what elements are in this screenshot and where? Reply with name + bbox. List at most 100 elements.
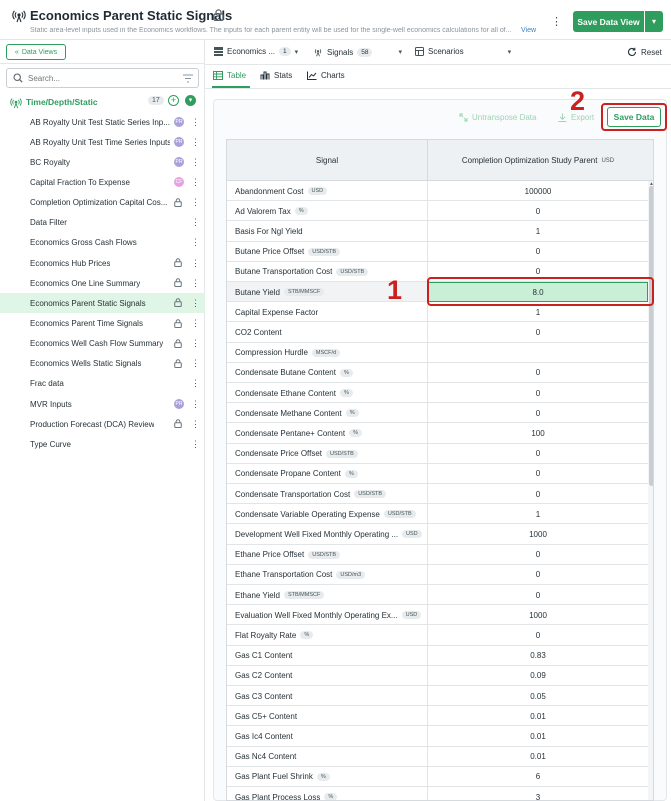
value-cell[interactable]: 0 bbox=[428, 464, 648, 484]
more-options-icon[interactable]: ⋮ bbox=[191, 197, 200, 208]
value-cell[interactable]: 0 bbox=[428, 383, 648, 403]
unit-badge: % bbox=[316, 772, 330, 781]
value-cell[interactable]: 0.83 bbox=[428, 646, 648, 666]
sidebar-item[interactable]: Production Forecast (DCA) Review ⋮ bbox=[0, 414, 205, 434]
value-cell[interactable]: 0 bbox=[428, 403, 648, 423]
scenarios-filter[interactable]: Scenarios ▾ bbox=[415, 47, 511, 56]
more-options-icon[interactable]: ⋮ bbox=[191, 217, 200, 228]
sidebar-item[interactable]: Economics Wells Static Signals ⋮ bbox=[0, 354, 205, 374]
view-description-link[interactable]: View bbox=[521, 27, 536, 34]
sidebar-item-label: Economics Hub Prices bbox=[30, 258, 111, 268]
sidebar-item[interactable]: AB Royalty Unit Test Static Series Inp..… bbox=[0, 112, 205, 132]
table-row: Gas Plant Process Loss% 3 bbox=[227, 787, 653, 801]
value-cell[interactable]: 0 bbox=[428, 625, 648, 645]
more-options-icon[interactable]: ⋮ bbox=[191, 298, 200, 309]
more-options-icon[interactable]: ⋮ bbox=[191, 378, 200, 389]
value-cell[interactable]: 1 bbox=[428, 221, 648, 241]
value-cell[interactable]: 0 bbox=[428, 322, 648, 342]
search-box[interactable] bbox=[6, 68, 199, 88]
unit-badge: % bbox=[345, 409, 359, 418]
more-options-icon[interactable]: ⋮ bbox=[191, 137, 200, 148]
value-cell[interactable]: 1 bbox=[428, 504, 648, 524]
sidebar-item[interactable]: Capital Fraction To Expense CF ⋮ bbox=[0, 172, 205, 192]
value-cell[interactable]: 0.09 bbox=[428, 666, 648, 686]
more-options-icon[interactable]: ⋮ bbox=[191, 358, 200, 369]
table-row: Ethane Yield STB/MMSCF 0 bbox=[227, 585, 653, 606]
value-cell[interactable]: 0 bbox=[428, 484, 648, 504]
sidebar-item[interactable]: Economics Well Cash Flow Summary ⋮ bbox=[0, 334, 205, 354]
sidebar-item[interactable]: Frac data ⋮ bbox=[0, 374, 205, 394]
sidebar-item[interactable]: BC Royalty PR ⋮ bbox=[0, 152, 205, 172]
add-icon[interactable]: + bbox=[168, 95, 179, 106]
sidebar-item[interactable]: Completion Optimization Capital Cos... ⋮ bbox=[0, 193, 205, 213]
more-options-icon[interactable]: ⋮ bbox=[191, 157, 200, 168]
value-cell[interactable]: 0.05 bbox=[428, 686, 648, 706]
value-cell[interactable]: 1000 bbox=[428, 524, 648, 544]
value-cell[interactable]: 100 bbox=[428, 423, 648, 443]
sidebar-item-label: Economics Wells Static Signals bbox=[30, 359, 142, 369]
search-input[interactable] bbox=[28, 73, 178, 83]
value-cell[interactable]: 0 bbox=[428, 585, 648, 605]
sidebar-item[interactable]: Economics Gross Cash Flows ⋮ bbox=[0, 233, 205, 253]
signal-name: Condensate Ethane Content bbox=[235, 388, 336, 398]
table-row: Gas C2 Content 0.09 bbox=[227, 665, 653, 686]
sidebar-item[interactable]: Economics Hub Prices ⋮ bbox=[0, 253, 205, 273]
save-data-view-button[interactable]: Save Data View bbox=[573, 11, 644, 32]
signal-name: Abandonment Cost bbox=[235, 186, 304, 196]
sidebar-item[interactable]: MVR Inputs PR ⋮ bbox=[0, 394, 205, 414]
value-cell[interactable]: 0 bbox=[428, 201, 648, 221]
value-cell[interactable] bbox=[428, 343, 648, 363]
sidebar-item[interactable]: Economics Parent Static Signals ⋮ bbox=[0, 293, 205, 314]
tab-stats[interactable]: Stats bbox=[260, 71, 292, 80]
more-options-icon[interactable]: ⋮ bbox=[191, 399, 200, 410]
save-view-dropdown-button[interactable]: ▾ bbox=[645, 11, 663, 32]
more-options-icon[interactable]: ⋮ bbox=[191, 237, 200, 248]
more-options-icon[interactable]: ⋮ bbox=[191, 338, 200, 349]
signals-filter[interactable]: Signals 58 ▾ bbox=[313, 47, 402, 57]
more-options-icon[interactable]: ⋮ bbox=[191, 278, 200, 289]
value-cell[interactable]: 6 bbox=[428, 767, 648, 787]
value-cell[interactable]: 0 bbox=[428, 444, 648, 464]
data-views-button[interactable]: « Data Views bbox=[6, 44, 66, 60]
refresh-icon bbox=[628, 47, 637, 56]
sidebar-item[interactable]: Type Curve ⋮ bbox=[0, 434, 205, 454]
sidebar-item[interactable]: AB Royalty Unit Test Time Series Inputs P… bbox=[0, 132, 205, 152]
tab-table[interactable]: Table bbox=[213, 71, 246, 80]
value-cell[interactable]: 0.01 bbox=[428, 726, 648, 746]
chevron-down-icon: ▾ bbox=[507, 48, 512, 56]
reset-button[interactable]: Reset bbox=[627, 47, 662, 57]
more-options-icon[interactable]: ⋮ bbox=[551, 15, 562, 28]
value-cell[interactable]: 0 bbox=[428, 565, 648, 585]
value-cell[interactable]: 0 bbox=[428, 242, 648, 262]
signal-name-cell: Condensate Pentane+ Content% bbox=[227, 423, 428, 444]
group-header[interactable]: Time/Depth/Static 17 + ▾ bbox=[0, 94, 205, 110]
more-options-icon[interactable]: ⋮ bbox=[191, 419, 200, 430]
value-cell[interactable]: 0 bbox=[428, 545, 648, 565]
sidebar-item-label: Frac data bbox=[30, 379, 64, 389]
more-options-icon[interactable]: ⋮ bbox=[191, 439, 200, 450]
scroll-up-arrow-icon[interactable]: ▲ bbox=[649, 181, 653, 187]
untranspose-data-button[interactable]: Untranspose Data bbox=[459, 113, 536, 122]
signal-name-cell: Abandonment Cost USD bbox=[227, 181, 428, 201]
value-cell[interactable]: 3 bbox=[428, 787, 648, 801]
scrollbar-thumb[interactable] bbox=[649, 186, 653, 486]
parent-column-header[interactable]: Completion Optimization Study Parent USD bbox=[428, 140, 648, 181]
more-options-icon[interactable]: ⋮ bbox=[191, 117, 200, 128]
value-cell[interactable]: 100000 bbox=[428, 181, 648, 201]
economics-filter[interactable]: Economics ... 1 ▾ bbox=[214, 47, 298, 56]
signal-column-header[interactable]: Signal bbox=[227, 140, 428, 181]
sidebar-item[interactable]: Economics Parent Time Signals ⋮ bbox=[0, 314, 205, 334]
value-cell[interactable]: 0.01 bbox=[428, 747, 648, 767]
tab-charts[interactable]: Charts bbox=[307, 71, 345, 80]
sidebar-item[interactable]: Data Filter ⋮ bbox=[0, 213, 205, 233]
value-cell[interactable]: 1000 bbox=[428, 605, 648, 625]
chevron-down-icon[interactable]: ▾ bbox=[185, 95, 196, 106]
sidebar-item[interactable]: Economics One Line Summary ⋮ bbox=[0, 273, 205, 293]
signal-name-cell: Ethane Yield STB/MMSCF bbox=[227, 585, 428, 605]
more-options-icon[interactable]: ⋮ bbox=[191, 258, 200, 269]
more-options-icon[interactable]: ⋮ bbox=[191, 318, 200, 329]
value-cell[interactable]: 0 bbox=[428, 363, 648, 383]
value-cell[interactable]: 0.01 bbox=[428, 706, 648, 726]
filter-icon[interactable] bbox=[183, 74, 193, 83]
more-options-icon[interactable]: ⋮ bbox=[191, 177, 200, 188]
